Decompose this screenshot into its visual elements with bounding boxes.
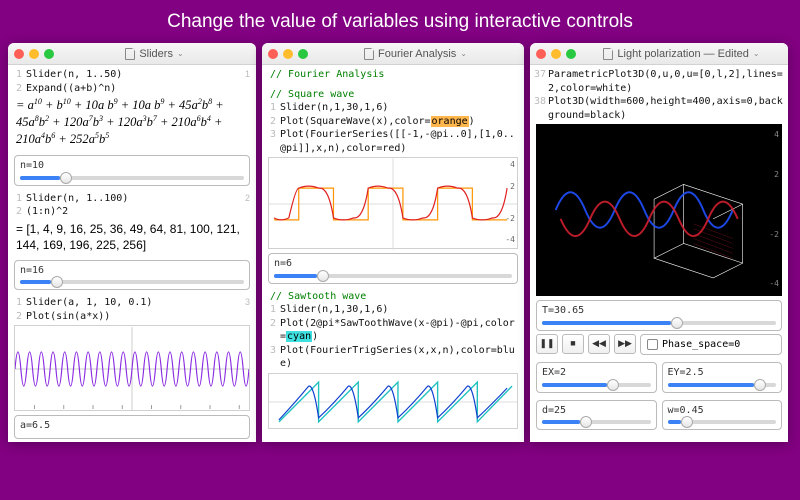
banner-text: Change the value of variables using inte…	[0, 0, 800, 43]
slider-label: n=10	[20, 159, 244, 173]
code-line[interactable]: Expand((a+b)^n)	[26, 82, 245, 96]
slider-label: d=25	[542, 404, 651, 418]
chevron-down-icon[interactable]: ⌄	[753, 49, 760, 58]
close-icon[interactable]	[14, 49, 24, 59]
math-output: = a10 + b10 + 10a b9 + 10a b9 + 45a2b8 +…	[12, 95, 252, 152]
cell-number: 2	[245, 192, 252, 219]
slider-thumb[interactable]	[681, 416, 693, 428]
slider-thumb[interactable]	[317, 270, 329, 282]
minimize-icon[interactable]	[551, 49, 561, 59]
slider-thumb[interactable]	[754, 379, 766, 391]
rewind-button[interactable]: ◀◀	[588, 334, 610, 354]
code-line[interactable]: Slider(n, 1..100)	[26, 192, 245, 206]
chevron-down-icon[interactable]: ⌄	[177, 49, 184, 58]
code-line[interactable]: ParametricPlot3D(0,u,0,u=[0,l,2],lines=2…	[548, 68, 784, 95]
math-output: = [1, 4, 9, 16, 25, 36, 49, 64, 81, 100,…	[12, 219, 252, 257]
cell-number: 1	[245, 68, 252, 95]
y-tick: 4	[774, 130, 779, 141]
document-icon	[603, 48, 613, 60]
code-line[interactable]: Plot3D(width=600,height=400,axis=0,backg…	[548, 95, 784, 122]
slider-fourier-n[interactable]: n=6	[268, 253, 518, 284]
slider-d[interactable]: d=25	[536, 400, 657, 431]
window-light-polarization: Light polarization — Edited ⌄ 37Parametr…	[530, 43, 788, 442]
comment: // Fourier Analysis	[266, 68, 520, 82]
plot-square-wave: 4 2 -2 -4	[268, 157, 518, 249]
minimize-icon[interactable]	[283, 49, 293, 59]
y-tick: 2	[774, 170, 779, 181]
code-line[interactable]: Slider(n,1,30,1,6)	[280, 303, 520, 317]
slider-n-100[interactable]: n=16	[14, 260, 250, 291]
slider-thumb[interactable]	[671, 317, 683, 329]
code-line[interactable]: (1:n)^2	[26, 205, 245, 219]
window-title: Light polarization — Edited	[617, 48, 748, 60]
plot-3d-polarization[interactable]: 4 2 -2 -4	[536, 124, 782, 296]
code-line[interactable]: Plot(2@pi*SawToothWave(x-@pi)-@pi,color=…	[280, 317, 520, 344]
minimize-icon[interactable]	[29, 49, 39, 59]
plot-sine	[14, 325, 250, 411]
zoom-icon[interactable]	[566, 49, 576, 59]
stop-button[interactable]: ■	[562, 334, 584, 354]
slider-label: a=6.5	[20, 419, 244, 433]
slider-thumb[interactable]	[60, 172, 72, 184]
slider-label: EY=2.5	[668, 366, 777, 380]
titlebar-light[interactable]: Light polarization — Edited ⌄	[530, 43, 788, 65]
slider-label: EX=2	[542, 366, 651, 380]
slider-thumb[interactable]	[580, 416, 592, 428]
chevron-down-icon[interactable]: ⌄	[460, 49, 467, 58]
titlebar-sliders[interactable]: Sliders ⌄	[8, 43, 256, 65]
slider-label: w=0.45	[668, 404, 777, 418]
slider-thumb[interactable]	[607, 379, 619, 391]
y-tick: 4	[510, 160, 515, 171]
slider-label: T=30.65	[542, 304, 776, 318]
window-title: Fourier Analysis	[378, 48, 456, 60]
slider-n-50[interactable]: n=10	[14, 155, 250, 186]
y-tick: 2	[510, 182, 515, 193]
window-title: Sliders	[139, 48, 173, 60]
slider-label: n=16	[20, 264, 244, 278]
slider-thumb[interactable]	[51, 276, 63, 288]
zoom-icon[interactable]	[298, 49, 308, 59]
y-tick: -2	[769, 230, 779, 241]
window-sliders: Sliders ⌄ 1Slider(n, 1..50) 2 Expand((a+b…	[8, 43, 256, 442]
slider-label: n=6	[274, 257, 512, 271]
y-tick: -4	[769, 279, 779, 290]
phase-space-checkbox[interactable]: Phase_space=0	[640, 334, 782, 356]
document-icon	[125, 48, 135, 60]
checkbox-icon[interactable]	[647, 339, 658, 350]
document-icon	[364, 48, 374, 60]
code-line[interactable]: Plot(FourierSeries([[-1,-@pi..0],[1,0..@…	[280, 128, 520, 155]
code-line[interactable]: Plot(sin(a*x))	[26, 310, 245, 324]
color-keyword-orange: orange	[431, 116, 469, 127]
code-line[interactable]: Slider(a, 1, 10, 0.1)	[26, 296, 245, 310]
color-keyword-cyan: cyan	[286, 331, 312, 342]
cell-number: 3	[245, 296, 252, 323]
desktop: Sliders ⌄ 1Slider(n, 1..50) 2 Expand((a+b…	[0, 43, 800, 442]
slider-t[interactable]: T=30.65	[536, 300, 782, 331]
code-line[interactable]: Slider(n, 1..50)	[26, 68, 245, 82]
code-line[interactable]: Slider(n,1,30,1,6)	[280, 101, 520, 115]
zoom-icon[interactable]	[44, 49, 54, 59]
close-icon[interactable]	[536, 49, 546, 59]
slider-a[interactable]: a=6.5	[14, 415, 250, 439]
titlebar-fourier[interactable]: Fourier Analysis ⌄	[262, 43, 524, 65]
slider-ex[interactable]: EX=2	[536, 362, 657, 393]
close-icon[interactable]	[268, 49, 278, 59]
y-tick: -2	[505, 214, 515, 225]
code-line[interactable]: Plot(FourierTrigSeries(x,x,n),color=blue…	[280, 344, 520, 371]
forward-button[interactable]: ▶▶	[614, 334, 636, 354]
comment: // Sawtooth wave	[266, 290, 520, 304]
comment: // Square wave	[266, 88, 520, 102]
y-tick: -4	[505, 235, 515, 246]
pause-button[interactable]: ❚❚	[536, 334, 558, 354]
checkbox-label: Phase_space=0	[662, 338, 740, 352]
plot-sawtooth	[268, 373, 518, 429]
slider-w[interactable]: w=0.45	[662, 400, 783, 431]
slider-ey[interactable]: EY=2.5	[662, 362, 783, 393]
window-fourier: Fourier Analysis ⌄ // Fourier Analysis /…	[262, 43, 524, 442]
code-line[interactable]: Plot(SquareWave(x),color=orange)	[280, 115, 520, 129]
